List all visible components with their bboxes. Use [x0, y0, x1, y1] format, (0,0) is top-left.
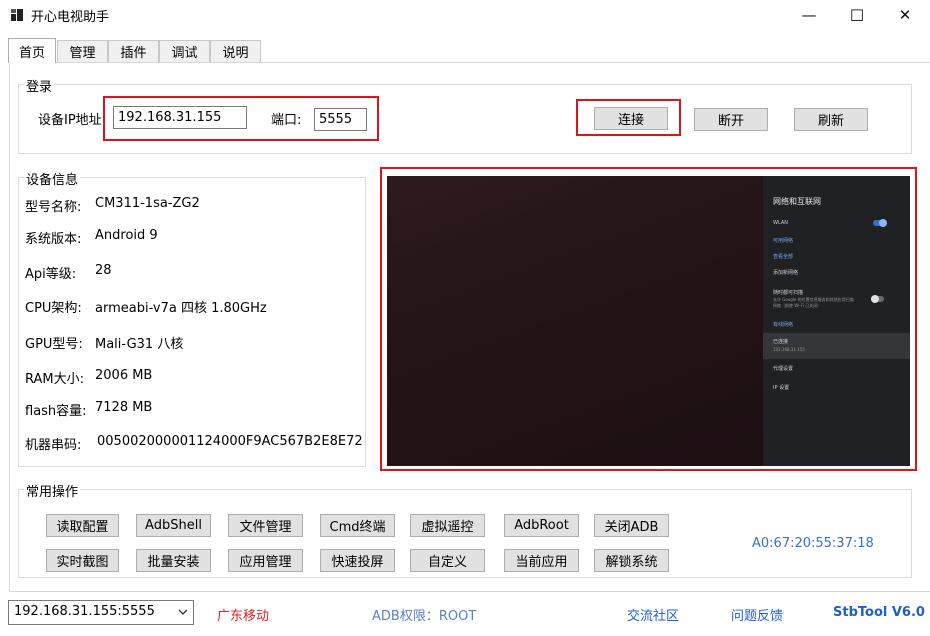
tab-help[interactable]: 说明 [210, 40, 261, 62]
info-key: CPU架构: [25, 301, 82, 316]
info-value: 28 [95, 263, 112, 278]
info-key: GPU型号: [25, 337, 83, 352]
info-key: 机器串码: [25, 438, 82, 453]
tv-selected-row [763, 333, 910, 359]
tab-manage[interactable]: 管理 [57, 40, 108, 62]
minimize-button[interactable]: — [786, 0, 832, 30]
current-app-button[interactable]: 当前应用 [504, 549, 579, 572]
window-title: 开心电视助手 [31, 10, 110, 25]
app-logo-icon [11, 9, 23, 21]
quick-cast-button[interactable]: 快速投屏 [320, 549, 395, 572]
info-key: 系统版本: [25, 232, 82, 247]
port-label: 端口: [271, 113, 302, 128]
community-link[interactable]: 交流社区 [627, 605, 679, 624]
feedback-link[interactable]: 问题反馈 [731, 605, 783, 624]
tv-connected-ip: 192.168.31.155 [773, 347, 805, 352]
file-manage-button[interactable]: 文件管理 [228, 514, 303, 537]
info-row-gpu: GPU型号: Mali-G31 八核 [25, 333, 183, 352]
cmd-terminal-button[interactable]: Cmd终端 [320, 514, 395, 537]
device-info-group-label: 设备信息 [24, 169, 81, 188]
refresh-button[interactable]: 刷新 [794, 108, 868, 131]
adbroot-button[interactable]: AdbRoot [504, 514, 579, 537]
title-bar: 开心电视助手 — ☐ ✕ [0, 0, 930, 30]
tv-scan-desc-2: 网络（即使 Wi-Fi 已关闭） [773, 303, 822, 308]
maximize-button[interactable]: ☐ [834, 0, 880, 30]
tv-proxy: 代理设置 [773, 366, 794, 372]
tv-connected: 已连接 [773, 339, 789, 345]
virtual-remote-button[interactable]: 虚拟遥控 [410, 514, 485, 537]
tab-plugins[interactable]: 插件 [108, 40, 159, 62]
tv-ip-settings: IP 设置 [773, 385, 790, 391]
tv-menu-title: 网络和互联网 [773, 197, 821, 206]
info-row-serial: 机器串码: 005002000001124000F9AC567B2E8E72 [25, 434, 363, 453]
tv-ethernet: 有线网络 [773, 322, 794, 328]
wlan-toggle-icon [873, 219, 887, 227]
carrier-label: 广东移动 [217, 609, 270, 624]
info-value: 005002000001124000F9AC567B2E8E72 [97, 434, 363, 449]
device-select-value: 192.168.31.155:5555 [14, 604, 155, 619]
connect-button[interactable]: 连接 [594, 107, 668, 130]
info-value: Android 9 [95, 228, 158, 243]
custom-button[interactable]: 自定义 [410, 549, 485, 572]
ip-input[interactable]: 192.168.31.155 [113, 106, 247, 129]
info-key: RAM大小: [25, 372, 84, 387]
operations-group-label: 常用操作 [24, 481, 81, 500]
info-value: 2006 MB [95, 368, 153, 383]
unlock-system-button[interactable]: 解锁系统 [594, 549, 669, 572]
info-row-cpu: CPU架构: armeabi-v7a 四核 1.80GHz [25, 297, 267, 316]
adb-permission-label: ADB权限：ROOT [372, 609, 477, 624]
mac-address: A0:67:20:55:37:18 [752, 536, 874, 551]
info-value: armeabi-v7a 四核 1.80GHz [95, 301, 267, 316]
tv-network-menu: 网络和互联网 WLAN 可用网络 查看全部 添加新网络 随时都可扫描 允许 Go… [763, 176, 910, 466]
tv-wlan-label: WLAN [773, 220, 789, 226]
info-row-flash: flash容量: 7128 MB [25, 400, 152, 419]
port-input[interactable]: 5555 [314, 108, 367, 131]
info-key: flash容量: [25, 404, 87, 419]
login-group-label: 登录 [24, 76, 55, 95]
info-row-api: Api等级: 28 [25, 263, 112, 282]
batch-install-button[interactable]: 批量安装 [136, 549, 211, 572]
chevron-down-icon [178, 609, 188, 615]
info-value: Mali-G31 八核 [95, 337, 184, 352]
adbshell-button[interactable]: AdbShell [136, 514, 211, 537]
tv-scan-always: 随时都可扫描 [773, 290, 804, 296]
info-value: 7128 MB [95, 400, 153, 415]
info-row-model: 型号名称: CM311-1sa-ZG2 [25, 196, 200, 215]
tv-add-network: 添加新网络 [773, 270, 799, 276]
info-row-ram: RAM大小: 2006 MB [25, 368, 152, 387]
read-config-button[interactable]: 读取配置 [46, 514, 119, 537]
close-adb-button[interactable]: 关闭ADB [594, 514, 669, 537]
disconnect-button[interactable]: 断开 [694, 108, 768, 131]
info-row-os: 系统版本: Android 9 [25, 228, 158, 247]
info-value: CM311-1sa-ZG2 [95, 196, 200, 211]
tv-screen-preview[interactable]: 网络和互联网 WLAN 可用网络 查看全部 添加新网络 随时都可扫描 允许 Go… [387, 176, 910, 466]
version-link[interactable]: StbTool V6.0 [833, 605, 925, 620]
scan-toggle-icon [871, 295, 884, 303]
ip-label: 设备IP地址 [38, 113, 102, 128]
info-key: 型号名称: [25, 200, 82, 215]
device-select[interactable]: 192.168.31.155:5555 [8, 600, 194, 625]
screenshot-button[interactable]: 实时截图 [46, 549, 119, 572]
app-manage-button[interactable]: 应用管理 [228, 549, 303, 572]
tv-see-all: 查看全部 [773, 254, 794, 260]
tab-debug[interactable]: 调试 [159, 40, 210, 62]
tab-home[interactable]: 首页 [8, 38, 56, 63]
device-info-group [18, 177, 366, 467]
info-key: Api等级: [25, 267, 77, 282]
close-button[interactable]: ✕ [882, 0, 928, 30]
tv-available-networks: 可用网络 [773, 238, 794, 244]
